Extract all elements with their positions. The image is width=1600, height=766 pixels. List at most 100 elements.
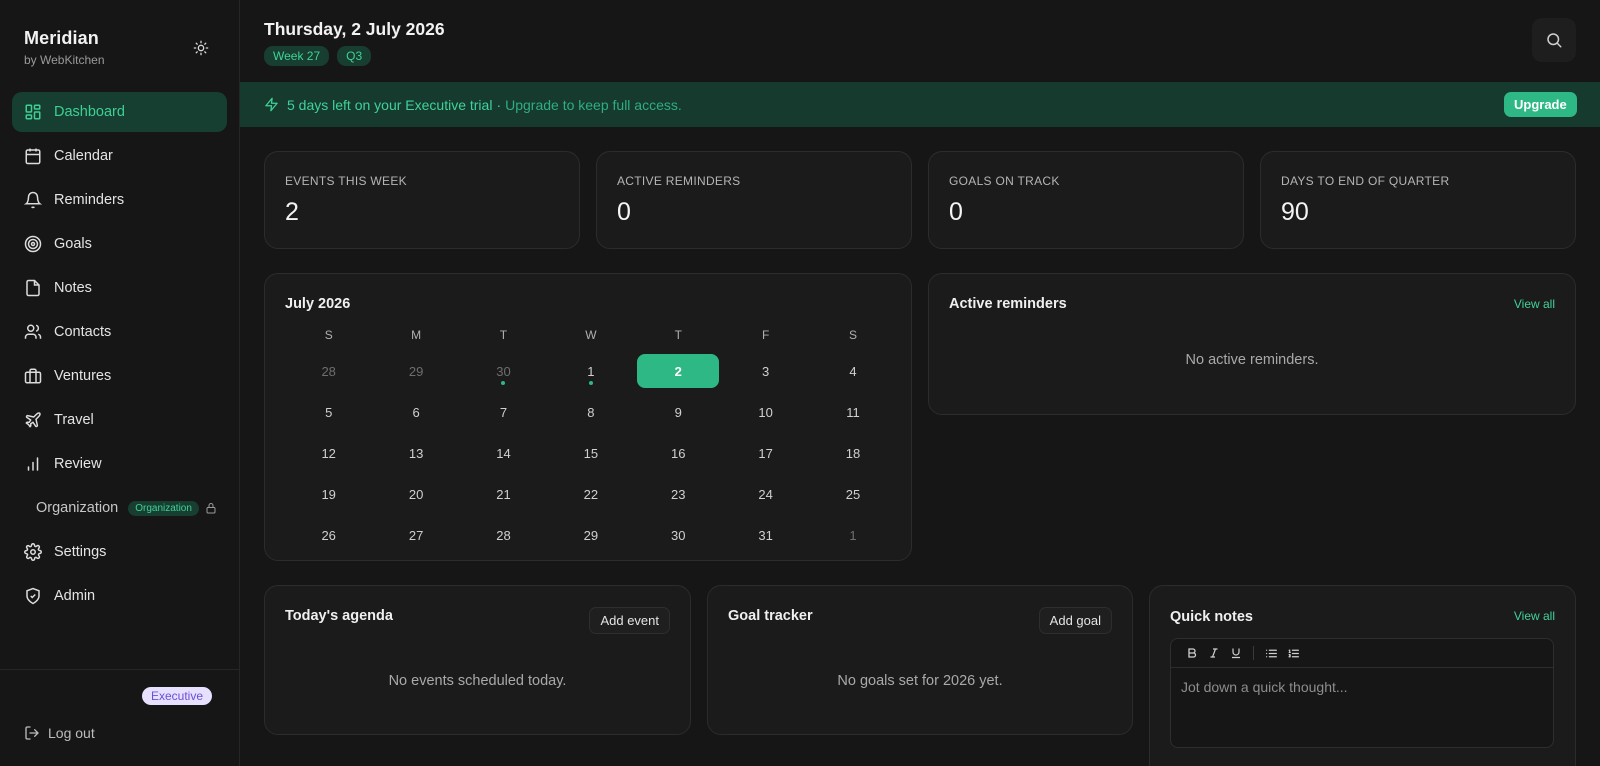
calendar-day[interactable]: 29	[547, 518, 634, 552]
sidebar-item-calendar[interactable]: Calendar	[12, 136, 227, 176]
numbered-list-button[interactable]	[1282, 642, 1304, 664]
italic-button[interactable]	[1203, 642, 1225, 664]
calendar-day[interactable]: 27	[372, 518, 459, 552]
sidebar-item-dashboard[interactable]: Dashboard	[12, 92, 227, 132]
sidebar-item-travel[interactable]: Travel	[12, 400, 227, 440]
calendar-day[interactable]: 30	[460, 354, 547, 388]
calendar-day[interactable]: 26	[285, 518, 372, 552]
weekday-label: F	[761, 328, 770, 342]
calendar-day[interactable]: 29	[372, 354, 459, 388]
stat-label: DAYS TO END OF QUARTER	[1281, 174, 1450, 188]
calendar-day[interactable]: 10	[722, 395, 809, 429]
card-title: Active reminders	[949, 296, 1067, 312]
gear-icon	[24, 543, 42, 561]
bullet-list-icon	[1265, 649, 1277, 657]
date-chips: Week 27 Q3	[264, 46, 379, 66]
weekday-label: W	[585, 328, 597, 342]
calendar-day[interactable]: 28	[460, 518, 547, 552]
weekday-label: S	[324, 328, 333, 342]
day-number: 13	[408, 445, 424, 461]
sidebar-item-admin[interactable]: Admin	[12, 576, 227, 616]
calendar-day[interactable]: 19	[285, 477, 372, 511]
stat-value: 0	[949, 198, 963, 226]
theme-toggle-button[interactable]	[190, 37, 212, 59]
day-number: 3	[762, 363, 770, 379]
day-number: 30	[671, 527, 686, 543]
upgrade-button[interactable]: Upgrade	[1504, 92, 1577, 117]
day-number: 15	[583, 445, 599, 461]
sidebar-footer: Executive Log out	[0, 669, 239, 766]
sidebar-item-reminders[interactable]: Reminders	[12, 180, 227, 220]
underline-button[interactable]	[1225, 642, 1247, 664]
calendar-day[interactable]: 12	[285, 436, 372, 470]
logout-button[interactable]: Log out	[24, 725, 95, 741]
sidebar: Meridian by WebKitchen Dashboard Calenda…	[0, 0, 240, 766]
sidebar-item-label: Settings	[54, 544, 107, 560]
sidebar-item-settings[interactable]: Settings	[12, 532, 227, 572]
day-number: 26	[321, 527, 336, 543]
card-title: Today's agenda	[285, 608, 393, 624]
calendar-day[interactable]: 6	[372, 395, 459, 429]
calendar-day[interactable]: 21	[460, 477, 547, 511]
day-number: 23	[671, 486, 686, 502]
day-number: 1	[849, 527, 857, 543]
sidebar-item-ventures[interactable]: Ventures	[12, 356, 227, 396]
calendar-day[interactable]: 31	[722, 518, 809, 552]
calendar-day[interactable]: 8	[547, 395, 634, 429]
bullet-list-button[interactable]	[1260, 642, 1282, 664]
sidebar-item-contacts[interactable]: Contacts	[12, 312, 227, 352]
search-button[interactable]	[1532, 18, 1576, 62]
sidebar-item-organization[interactable]: Organization Organization	[12, 488, 227, 528]
day-number: 8	[587, 404, 595, 420]
sidebar-item-goals[interactable]: Goals	[12, 224, 227, 264]
calendar-day[interactable]: 16	[635, 436, 722, 470]
day-number: 20	[408, 486, 424, 502]
organization-badge: Organization	[128, 500, 199, 516]
day-number: 25	[845, 486, 861, 502]
italic-icon	[1210, 648, 1218, 658]
notes-view-all-link[interactable]: View all	[1514, 609, 1555, 623]
empty-state: No goals set for 2026 yet.	[837, 673, 1003, 689]
sidebar-nav: Dashboard Calendar Reminders Goals Notes…	[12, 92, 227, 620]
calendar-day[interactable]: 25	[809, 477, 896, 511]
calendar-week-row: 28 29 30 1 2 3 4	[285, 354, 897, 392]
weekday-label: M	[411, 328, 422, 342]
bold-icon	[1188, 648, 1197, 658]
underline-icon	[1232, 648, 1240, 659]
calendar-day[interactable]: 3	[722, 354, 809, 388]
calendar-day[interactable]: 20	[372, 477, 459, 511]
calendar-week-row: 12 13 14 15 16 17 18	[285, 436, 897, 474]
calendar-day[interactable]: 4	[809, 354, 896, 388]
day-number: 6	[412, 404, 420, 420]
calendar-day-today[interactable]: 2	[637, 354, 720, 388]
calendar-day[interactable]: 9	[635, 395, 722, 429]
calendar-day[interactable]: 22	[547, 477, 634, 511]
trial-banner: 5 days left on your Executive trial · Up…	[240, 82, 1600, 127]
lock-icon	[205, 502, 217, 514]
note-icon	[24, 279, 42, 297]
add-goal-button[interactable]: Add goal	[1038, 607, 1112, 634]
add-event-button[interactable]: Add event	[589, 607, 670, 634]
calendar-day[interactable]: 13	[372, 436, 459, 470]
day-number: 14	[496, 445, 511, 461]
day-number: 19	[321, 486, 336, 502]
calendar-day[interactable]: 24	[722, 477, 809, 511]
quick-note-editor[interactable]: Jot down a quick thought...	[1170, 638, 1554, 748]
calendar-day[interactable]: 23	[635, 477, 722, 511]
calendar-day[interactable]: 1	[547, 354, 634, 388]
reminders-view-all-link[interactable]: View all	[1514, 297, 1555, 311]
calendar-day[interactable]: 30	[635, 518, 722, 552]
calendar-day[interactable]: 7	[460, 395, 547, 429]
calendar-day[interactable]: 15	[547, 436, 634, 470]
calendar-day[interactable]: 11	[809, 395, 896, 429]
sidebar-item-notes[interactable]: Notes	[12, 268, 227, 308]
calendar-day[interactable]: 5	[285, 395, 372, 429]
calendar-day[interactable]: 14	[460, 436, 547, 470]
calendar-day[interactable]: 28	[285, 354, 372, 388]
calendar-day[interactable]: 1	[809, 518, 896, 552]
calendar-day[interactable]: 18	[809, 436, 896, 470]
calendar-day[interactable]: 17	[722, 436, 809, 470]
bold-button[interactable]	[1181, 642, 1203, 664]
day-number: 12	[321, 445, 336, 461]
sidebar-item-review[interactable]: Review	[12, 444, 227, 484]
